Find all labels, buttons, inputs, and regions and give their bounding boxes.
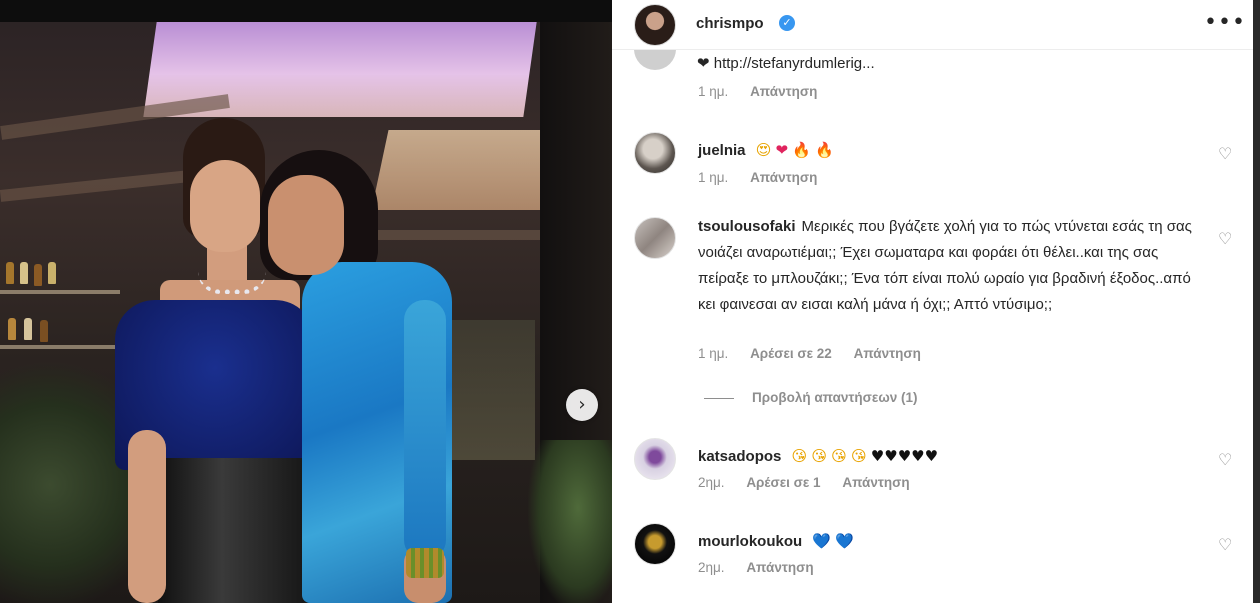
bracelet [406,548,444,578]
partial-comment: ❤ http://stefanyrdumlerig... [612,50,1253,72]
comment-meta: 1 ημ. Αρέσει σε 22 Απάντηση [698,346,939,361]
kiss-emoji: 😘 [811,447,827,465]
commenter-username[interactable]: mourlokoukou [698,533,802,550]
comment-meta: 1 ημ. Απάντηση [698,170,835,185]
blue-heart-emoji: 💙 [835,532,854,550]
comment-time: 1 ημ. [698,84,729,99]
reply-button[interactable]: Απάντηση [750,84,817,99]
black-heart-emoji: ♥ [924,447,939,465]
woman-left-face [190,160,260,252]
black-heart-emoji: ♥ [884,447,898,465]
comment-meta: 2ημ. Απάντηση [698,560,832,575]
ceiling-panel [371,130,559,210]
commenter-avatar[interactable] [634,50,676,70]
more-options-icon[interactable]: ••• [1204,10,1246,35]
reply-button[interactable]: Απάντηση [842,475,909,490]
plant-right [528,440,612,603]
comment-meta: 2ημ. Αρέσει σε 1 Απάντηση [698,475,928,490]
commenter-avatar[interactable] [634,217,676,259]
bottle [48,262,56,284]
comment-time: 2ημ. [698,560,725,575]
window-edge [1253,0,1260,603]
like-heart-icon[interactable]: ♡ [1218,535,1232,554]
comment-time: 1 ημ. [698,346,729,361]
red-heart-emoji: ❤ [775,141,789,159]
comment-time: 1 ημ. [698,170,729,185]
replies-divider [704,397,734,399]
commenter-avatar[interactable] [634,523,676,565]
comment-time: 2ημ. [698,475,725,490]
black-heart-emoji: ♥ [911,447,925,465]
post-header: chrismpo ✓ ••• [612,0,1253,50]
photo-top-bar [0,0,612,22]
woman-left-leather-skirt [158,458,318,603]
next-photo-button[interactable]: › [566,389,598,421]
view-replies-label: Προβολή απαντήσεων (1) [752,390,918,405]
black-heart-emoji: ♥ [870,447,885,465]
commenter-avatar[interactable] [634,132,676,174]
bar-shelf [0,290,120,294]
commenter-username[interactable]: juelnia [698,142,746,159]
fire-emoji: 🔥 [792,141,811,159]
bottle [8,318,16,340]
bottle [24,318,32,340]
ceiling-beam [0,170,191,202]
comment-body: mourlokoukou 💙 💙 [698,528,1203,555]
commenter-username[interactable]: katsadopos [698,448,781,465]
partial-comment-meta: 1 ημ. Απάντηση [698,84,835,99]
kiss-emoji: 😘 [791,447,808,465]
post-photo: › [0,0,612,603]
woman-right-face [268,175,344,275]
commenter-username[interactable]: tsoulousofaki [698,218,796,235]
like-heart-icon[interactable]: ♡ [1218,144,1232,163]
fire-emoji: 🔥 [815,141,834,159]
reply-button[interactable]: Απάντηση [854,346,921,361]
partial-comment-text: ❤ http://stefanyrdumlerig... [697,55,875,72]
bottle [40,320,48,342]
reply-button[interactable]: Απάντηση [746,560,813,575]
bottle [34,264,42,286]
like-heart-icon[interactable]: ♡ [1218,450,1232,469]
like-heart-icon[interactable]: ♡ [1218,229,1232,248]
comments-pane: chrismpo ✓ ••• ❤ http://stefanyrdumlerig… [612,0,1253,603]
author-username[interactable]: chrismpo [696,15,764,32]
commenter-avatar[interactable] [634,438,676,480]
verified-badge-icon: ✓ [779,15,795,31]
likes-count[interactable]: Αρέσει σε 22 [750,346,832,361]
reply-button[interactable]: Απάντηση [750,170,817,185]
comment-body: juelnia 😍 ❤ 🔥 🔥 [698,137,1203,164]
blue-heart-emoji: 💙 [812,532,832,550]
comment-body: tsoulousofaki Μερικές που βγάζετε χολή γι… [698,214,1203,318]
bar-shelf [0,345,120,349]
author-avatar[interactable] [634,4,676,46]
kiss-emoji: 😘 [850,447,867,465]
heart-eyes-emoji: 😍 [755,141,772,159]
bottle [20,262,28,284]
kiss-emoji: 😘 [831,447,847,465]
bottle [6,262,14,284]
comment-body: katsadopos 😘 😘 😘 😘 ♥♥♥♥♥ [698,443,1203,470]
view-replies-button[interactable]: Προβολή απαντήσεων (1) [704,390,917,405]
woman-left-arm [128,430,166,603]
likes-count[interactable]: Αρέσει σε 1 [746,475,820,490]
black-heart-emoji: ♥ [897,447,912,465]
woman-right-arm [404,300,446,560]
